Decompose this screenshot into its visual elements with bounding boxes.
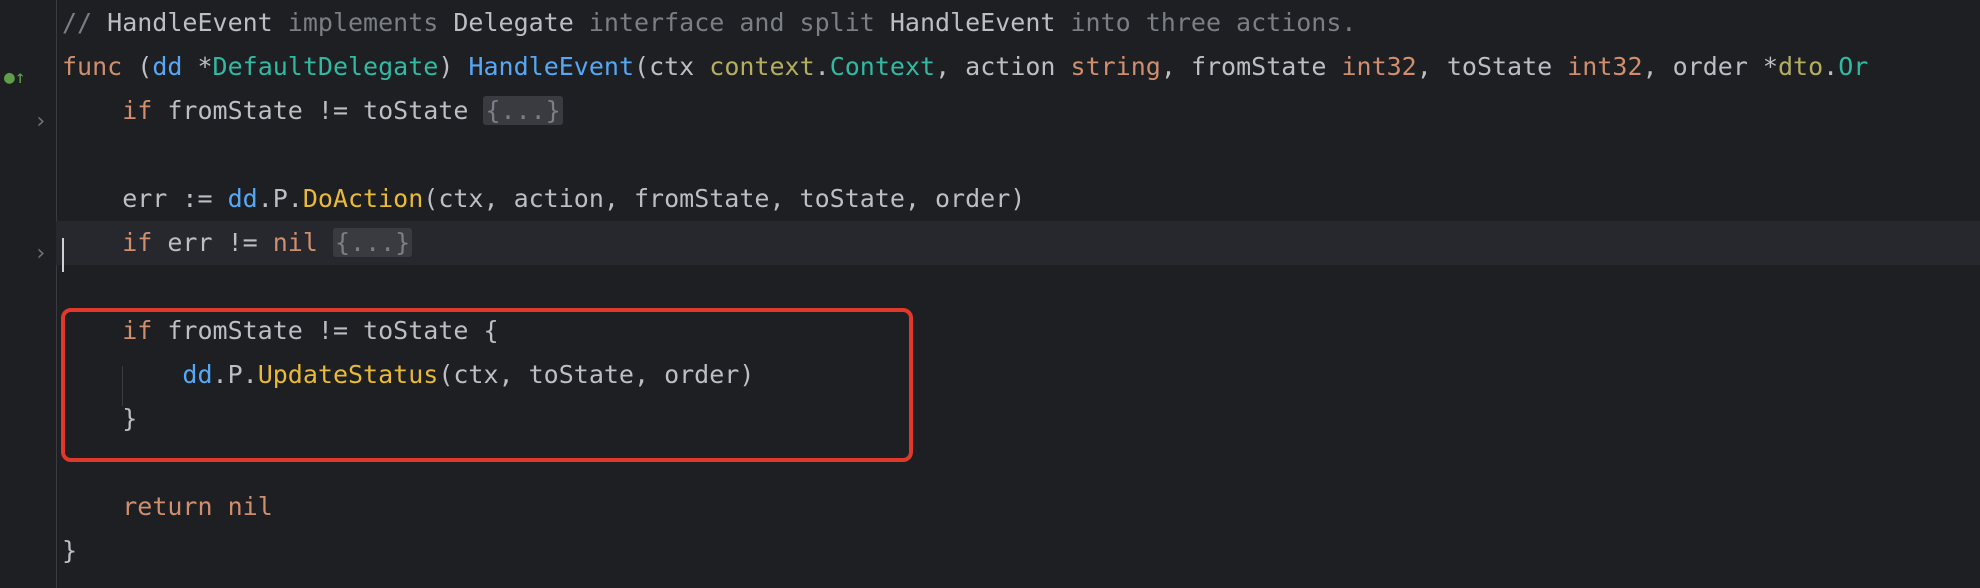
folded-region-placeholder[interactable]: {...} (332, 228, 413, 257)
code-token: if (122, 96, 153, 125)
code-token: func (62, 52, 123, 81)
code-line[interactable] (62, 265, 1980, 309)
code-token: .P. (257, 184, 303, 213)
code-token: . (814, 52, 830, 81)
code-token: Delegate (453, 8, 574, 37)
code-token: nil (272, 228, 318, 257)
code-area[interactable]: // HandleEvent implements Delegate inter… (56, 0, 1980, 588)
code-token: (ctx (634, 52, 710, 81)
text-cursor (62, 238, 64, 272)
code-line[interactable]: if fromState != toState {...} (62, 89, 1980, 133)
code-token: dd (152, 52, 183, 81)
code-token: } (62, 536, 78, 565)
code-token: into three actions. (1055, 8, 1357, 37)
folded-region-placeholder[interactable]: {...} (483, 96, 563, 125)
implements-up-arrow-icon[interactable]: ●↑ (4, 56, 26, 100)
code-token: HandleEvent (107, 8, 273, 37)
code-token: DefaultDelegate (212, 52, 439, 81)
highlight-annotation-box (61, 308, 913, 462)
code-token: Context (829, 52, 936, 81)
code-token: , toState (1416, 52, 1568, 81)
code-line[interactable]: err := dd.P.DoAction(ctx, action, fromSt… (62, 177, 1980, 221)
code-token: implements (272, 8, 454, 37)
code-token: nil (227, 492, 273, 521)
code-token: int32 (1567, 52, 1643, 81)
code-editor[interactable]: ●↑ › › // HandleEvent implements Delegat… (0, 0, 1980, 588)
code-token: ) (438, 52, 469, 81)
code-line[interactable]: } (62, 529, 1980, 573)
code-token: return (122, 492, 213, 521)
gutter-divider (56, 0, 57, 588)
code-line[interactable]: return nil (62, 485, 1980, 529)
code-token: Or (1838, 52, 1869, 81)
code-token: dto (1777, 52, 1824, 81)
code-token: context (709, 52, 815, 81)
code-token: DoAction (302, 184, 424, 213)
code-token: (ctx, action, fromState, toState, order) (423, 184, 1026, 213)
chevron-right-icon[interactable]: › (34, 100, 47, 144)
code-token: err := (62, 184, 228, 213)
code-token: HandleEvent (889, 8, 1056, 37)
chevron-right-icon[interactable]: › (34, 232, 47, 276)
code-token: interface and split (573, 8, 890, 37)
code-line[interactable]: func (dd *DefaultDelegate) HandleEvent(c… (62, 45, 1980, 89)
code-token: fromState != toState (152, 96, 484, 125)
code-token: string (1070, 52, 1161, 81)
code-token: dd (227, 184, 258, 213)
code-token: . (1823, 52, 1839, 81)
code-token: // (62, 8, 108, 37)
code-token: * (182, 52, 213, 81)
code-token: err != (152, 228, 273, 257)
code-token: int32 (1341, 52, 1417, 81)
code-token: , action (935, 52, 1071, 81)
editor-gutter: ●↑ › › (0, 0, 56, 588)
code-line[interactable]: if err != nil {...} (56, 221, 1980, 265)
code-token: HandleEvent (468, 52, 635, 81)
code-token: ( (122, 52, 153, 81)
code-line[interactable] (62, 133, 1980, 177)
code-token: , order * (1642, 52, 1778, 81)
code-line[interactable]: // HandleEvent implements Delegate inter… (62, 1, 1980, 45)
code-token: , fromState (1160, 52, 1342, 81)
code-token: if (122, 228, 153, 257)
